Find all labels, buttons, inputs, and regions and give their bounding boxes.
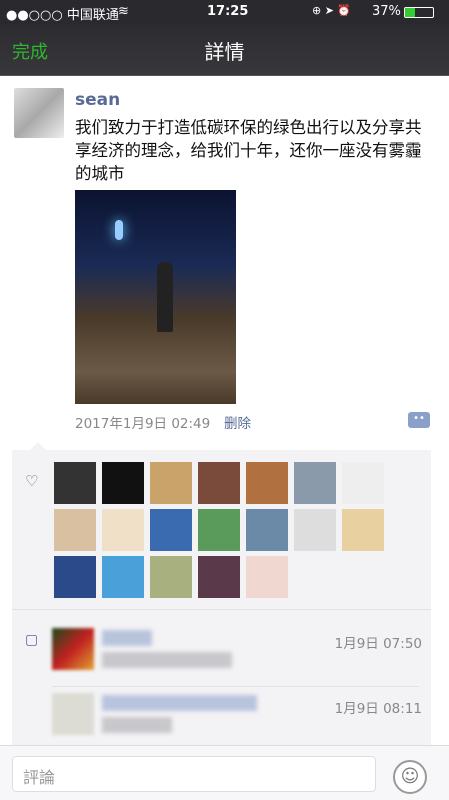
comment-text — [102, 717, 172, 733]
likes-avatars — [54, 462, 394, 598]
divider — [12, 609, 431, 610]
comment-input[interactable]: 評論 — [12, 756, 376, 792]
liker-avatar[interactable] — [294, 509, 336, 551]
battery-percent: 37% — [372, 4, 401, 19]
wifi-icon: ≋ — [118, 4, 129, 19]
comment-time: 1月9日 07:50 — [334, 636, 422, 652]
commenter-name[interactable] — [102, 630, 152, 646]
status-bar: ●●○○○ 中国联通 ≋ 17:25 ⊕ ➤ ⏰ 37% — [0, 0, 449, 24]
commenter-name[interactable] — [102, 695, 257, 711]
liker-avatar[interactable] — [246, 462, 288, 504]
liker-avatar[interactable] — [342, 462, 384, 504]
delete-link[interactable]: 删除 — [224, 412, 251, 432]
comment-text — [102, 652, 232, 668]
comment-bar: 評論 ☺ — [0, 745, 449, 800]
battery-icon — [404, 7, 434, 18]
liker-avatar[interactable] — [246, 509, 288, 551]
comment-item[interactable]: 1月9日 08:11 — [52, 693, 422, 749]
liker-avatar[interactable] — [54, 509, 96, 551]
comment-menu-icon[interactable]: •• — [408, 412, 430, 428]
liker-avatar[interactable] — [150, 556, 192, 598]
comment-time: 1月9日 08:11 — [334, 701, 422, 717]
liker-avatar[interactable] — [102, 556, 144, 598]
liker-avatar[interactable] — [246, 556, 288, 598]
commenter-avatar[interactable] — [52, 693, 94, 735]
emoji-icon[interactable]: ☺ — [393, 760, 427, 794]
liker-avatar[interactable] — [294, 462, 336, 504]
liker-avatar[interactable] — [54, 556, 96, 598]
nav-bar: 完成 詳情 — [0, 24, 449, 76]
clock: 17:25 — [207, 4, 249, 19]
comment-item[interactable]: 1月9日 07:50 — [52, 628, 422, 684]
status-icons: ⊕ ➤ ⏰ — [312, 4, 352, 17]
liker-avatar[interactable] — [342, 509, 384, 551]
heart-icon: ♡ — [25, 472, 39, 490]
divider — [52, 686, 419, 687]
author-avatar[interactable] — [14, 88, 64, 138]
liker-avatar[interactable] — [198, 462, 240, 504]
liker-avatar[interactable] — [150, 462, 192, 504]
liker-avatar[interactable] — [198, 509, 240, 551]
comment-icon: ▢ — [25, 632, 39, 648]
commenter-avatar[interactable] — [52, 628, 94, 670]
carrier: ●●○○○ 中国联通 — [6, 8, 119, 23]
likes-comments-panel: ♡ ▢ 1月9日 07:50 1月9日 08:11 — [12, 442, 431, 750]
author-name[interactable]: sean — [75, 90, 120, 110]
page-title: 詳情 — [204, 40, 245, 64]
post-text: 我们致力于打造低碳环保的绿色出行以及分享共享经济的理念，给我们十年，还你一座没有… — [75, 118, 422, 183]
liker-avatar[interactable] — [198, 556, 240, 598]
liker-avatar[interactable] — [54, 462, 96, 504]
post-timestamp: 2017年1月9日 02:49 — [75, 416, 211, 432]
liker-avatar[interactable] — [150, 509, 192, 551]
post-photo[interactable] — [75, 190, 236, 404]
liker-avatar[interactable] — [102, 509, 144, 551]
liker-avatar[interactable] — [102, 462, 144, 504]
